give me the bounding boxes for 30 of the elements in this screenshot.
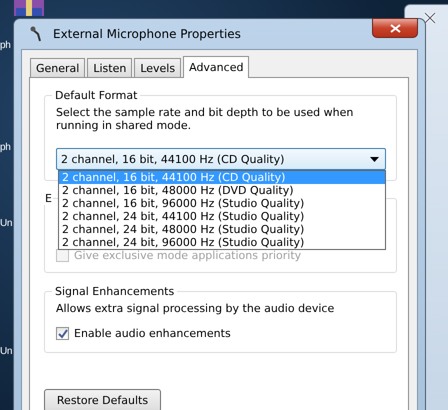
close-button[interactable]	[372, 18, 418, 38]
checkbox-label: Give exclusive mode applications priority	[74, 249, 302, 262]
dropdown-option[interactable]: 2 channel, 24 bit, 48000 Hz (Studio Quality)	[59, 223, 385, 236]
tab[interactable]: Listen	[87, 58, 132, 77]
checkbox-label: Enable audio enhancements	[74, 327, 231, 340]
tab[interactable]: General	[30, 58, 86, 77]
desktop-icon-label[interactable]: ph	[0, 40, 11, 51]
group-title: Signal Enhancements	[54, 285, 176, 298]
desktop-icon-label[interactable]: Un	[0, 346, 12, 357]
dropdown-option[interactable]: 2 channel, 16 bit, 48000 Hz (DVD Quality)	[59, 184, 385, 197]
caret-icon	[370, 156, 379, 162]
dropdown-option[interactable]: 2 channel, 24 bit, 44100 Hz (Studio Quality)	[59, 210, 385, 223]
window-title: External Microphone Properties	[53, 27, 241, 41]
tab[interactable]: Levels	[134, 58, 182, 77]
tab[interactable]: Advanced	[183, 56, 250, 78]
checkbox-box[interactable]	[56, 327, 69, 340]
dropdown-option[interactable]: 2 channel, 24 bit, 96000 Hz (Studio Quality)	[59, 236, 385, 249]
dropdown-option[interactable]: 2 channel, 16 bit, 96000 Hz (Studio Quality)	[59, 197, 385, 210]
restore-defaults-button[interactable]: Restore Defaults	[44, 389, 161, 410]
group-title: E	[44, 192, 53, 205]
description-text: Allows extra signal processing by the audio device	[56, 302, 336, 315]
group-title: Default Format	[54, 89, 138, 102]
format-dropdown[interactable]: 2 channel, 16 bit, 44100 Hz (CD Quality)	[56, 148, 386, 170]
desktop-icon-label[interactable]: ph	[0, 142, 11, 153]
close-icon	[390, 24, 400, 32]
description-text: Select the sample rate and bit depth to be used when running in shared mode.	[56, 106, 354, 132]
check-icon	[58, 328, 68, 338]
checkbox[interactable]: Enable audio enhancements	[56, 327, 386, 340]
close-icon[interactable]	[423, 12, 437, 24]
desktop-icon-label[interactable]: Un	[0, 218, 12, 229]
